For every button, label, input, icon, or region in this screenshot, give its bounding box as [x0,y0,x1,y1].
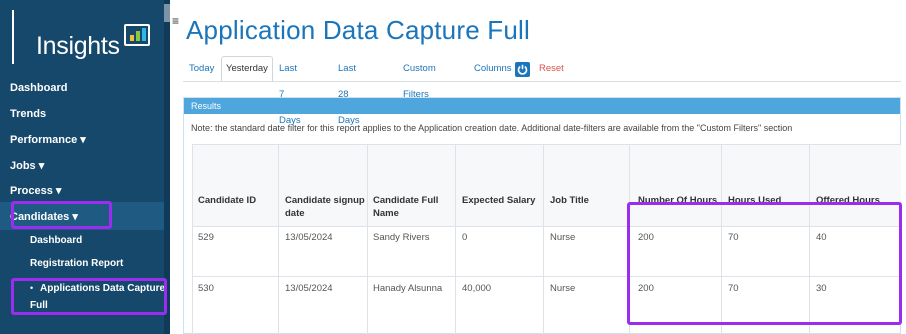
table-cell: Sandy Rivers [373,232,430,243]
sidebar-item-jobs[interactable]: Jobs ▾ [10,159,44,172]
column-header-signup-date[interactable]: Candidate signup date [285,194,365,220]
logo-text: Insights [36,32,120,60]
sidebar-item-trends[interactable]: Trends [10,108,46,120]
tab-custom-filters[interactable]: Custom Filters [403,56,436,100]
table-cell: 13/05/2024 [285,283,333,294]
hours-columns-highlight-box [627,202,902,325]
tab-columns[interactable]: Columns [474,56,512,82]
menu-icon[interactable]: ≡ [172,14,179,28]
tab-last-28-days[interactable]: Last 28 Days [338,56,360,126]
sidebar-item-process[interactable]: Process ▾ [10,184,61,197]
date-filter-note: Note: the standard date filter for this … [191,123,793,133]
reset-button[interactable]: Reset [539,56,564,82]
sidebar-subitem-registration-report[interactable]: Registration Report [30,258,123,269]
sidebar-subitem-dashboard[interactable]: Dashboard [30,235,82,246]
applications-highlight-box [11,278,167,315]
column-header-expected-salary[interactable]: Expected Salary [462,194,535,207]
tab-last-7-days[interactable]: Last 7 Days [279,56,301,126]
column-header-full-name[interactable]: Candidate Full Name [373,194,438,220]
insights-chart-icon [124,24,150,46]
table-cell: 529 [198,232,214,243]
sidebar-scrollbar-thumb[interactable] [164,4,170,22]
tab-today[interactable]: Today [189,56,214,82]
insights-logo[interactable]: Insights [12,10,160,64]
logo-divider [12,10,14,64]
table-cell: 530 [198,283,214,294]
sidebar-item-performance[interactable]: Performance ▾ [10,133,86,146]
sidebar-item-dashboard[interactable]: Dashboard [10,82,67,94]
table-cell: 13/05/2024 [285,232,333,243]
table-cell: Hanady Alsunna [373,283,443,294]
power-icon[interactable] [515,62,530,77]
table-cell: Nurse [550,232,576,243]
tabs-divider [183,81,901,82]
column-header-job-title[interactable]: Job Title [550,194,589,207]
candidates-highlight-box [11,201,112,229]
table-cell: 0 [462,232,468,243]
tab-yesterday[interactable]: Yesterday [221,56,273,82]
page-title: Application Data Capture Full [186,15,530,45]
table-cell: Nurse [550,283,576,294]
table-cell: 40,000 [462,283,492,294]
results-header: Results [184,98,900,114]
column-header-candidate-id[interactable]: Candidate ID [198,194,256,207]
